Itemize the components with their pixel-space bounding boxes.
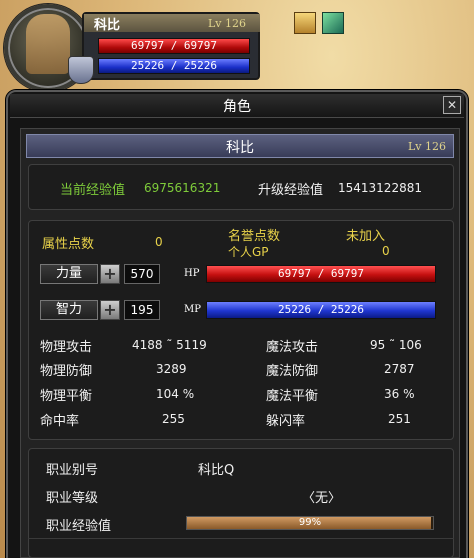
mag-bal-value: 36 % xyxy=(384,387,415,401)
mag-def-label: 魔法防御 xyxy=(266,364,319,379)
attribute-points-label: 属性点数 xyxy=(42,237,95,252)
job-level-value: 〈无〉 xyxy=(302,491,342,506)
hud-hp-bar: 69797 / 69797 xyxy=(98,38,250,54)
phys-def-value: 3289 xyxy=(156,362,187,376)
current-exp-value: 6975616321 xyxy=(144,181,221,195)
intellect-value: 195 xyxy=(124,300,160,320)
mag-atk-value: 95 ˜ 106 xyxy=(370,338,422,352)
close-button[interactable]: ✕ xyxy=(443,96,461,114)
strength-label: 力量 xyxy=(40,264,98,284)
phys-bal-value: 104 % xyxy=(156,387,195,401)
strength-plus-button[interactable]: + xyxy=(100,264,120,284)
personal-gp-label: 个人GP xyxy=(228,245,269,259)
hp-label: HP xyxy=(184,268,200,279)
job-level-label: 职业等级 xyxy=(46,491,99,506)
dodge-rate-label: 躲闪率 xyxy=(266,414,306,429)
character-level: Lv 126 xyxy=(408,140,447,153)
attribute-points-value: 0 xyxy=(155,235,163,249)
mag-def-value: 2787 xyxy=(384,362,415,376)
hit-rate-value: 255 xyxy=(162,412,185,426)
next-exp-label: 升级经验值 xyxy=(258,183,324,198)
intellect-label: 智力 xyxy=(40,300,98,320)
current-exp-label: 当前经验值 xyxy=(60,183,126,198)
mp-label: MP xyxy=(184,304,201,315)
character-name: 科比 xyxy=(226,140,254,156)
phys-def-label: 物理防御 xyxy=(40,364,93,379)
hud-mp-bar: 25226 / 25226 xyxy=(98,58,250,74)
hit-rate-label: 命中率 xyxy=(40,414,80,429)
job-exp-text: 99% xyxy=(298,517,322,528)
job-alias-value: 科比Q xyxy=(198,463,235,478)
next-exp-value: 15413122881 xyxy=(338,181,422,195)
guild-shield-icon[interactable] xyxy=(68,56,94,84)
hud-player-name: 科比 xyxy=(94,18,121,33)
mag-bal-label: 魔法平衡 xyxy=(266,389,319,404)
phys-atk-label: 物理攻击 xyxy=(40,340,93,355)
hp-bar: 69797 / 69797 xyxy=(206,265,436,283)
strength-value: 570 xyxy=(124,264,160,284)
buff-sword-icon[interactable] xyxy=(322,12,344,34)
dodge-rate-value: 251 xyxy=(388,412,411,426)
window-title: 角色 xyxy=(223,99,251,115)
job-panel-divider xyxy=(28,538,454,539)
player-portrait-avatar xyxy=(26,14,70,74)
hud-player-level: Lv 126 xyxy=(208,17,247,30)
job-alias-label: 职业别号 xyxy=(46,463,99,478)
phys-atk-value: 4188 ˜ 5119 xyxy=(132,338,207,352)
phys-bal-label: 物理平衡 xyxy=(40,389,93,404)
personal-gp-value: 0 xyxy=(382,244,390,258)
honor-status: 未加入 xyxy=(346,229,386,244)
buff-house-icon[interactable] xyxy=(294,12,316,34)
job-exp-label: 职业经验值 xyxy=(46,519,112,534)
mag-atk-label: 魔法攻击 xyxy=(266,340,319,355)
mp-bar: 25226 / 25226 xyxy=(206,301,436,319)
honor-points-label: 名誉点数 xyxy=(228,229,281,244)
intellect-plus-button[interactable]: + xyxy=(100,300,120,320)
